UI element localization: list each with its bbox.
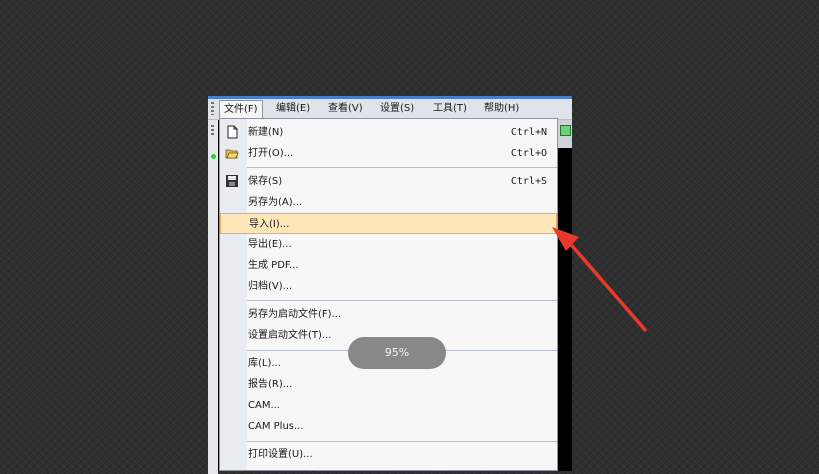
menu-item-save-as-startup[interactable]: 另存为启动文件(F)... <box>220 304 557 325</box>
menu-item-generate-pdf[interactable]: 生成 PDF... <box>220 255 557 276</box>
menu-item-label: 设置启动文件(T)... <box>248 330 332 341</box>
menu-item-report[interactable]: 报告(R)... <box>220 374 557 395</box>
menu-item-open[interactable]: 打开(O)... Ctrl+O <box>220 143 557 164</box>
status-dot-icon <box>211 154 216 159</box>
menu-separator <box>247 441 557 442</box>
menu-file[interactable]: 文件(F) <box>219 100 263 119</box>
menu-item-shortcut: Ctrl+N <box>510 127 547 138</box>
menu-item-shortcut: Ctrl+S <box>510 176 547 187</box>
tool-icon[interactable] <box>560 125 571 136</box>
menu-help[interactable]: 帮助(H) <box>480 100 523 117</box>
menu-item-export[interactable]: 导出(E)... <box>220 234 557 255</box>
toolbar-grip[interactable] <box>211 125 214 137</box>
menu-item-import[interactable]: 导入(I)... <box>220 213 557 234</box>
menu-item-label: CAM Plus... <box>248 421 304 432</box>
menu-item-label: 打开(O)... <box>248 148 294 159</box>
menu-item-label: 保存(S) <box>248 176 283 187</box>
file-menu-dropdown: 新建(N) Ctrl+N 打开(O)... Ctrl+O 保存(S) Ctrl+… <box>219 118 558 471</box>
menu-item-label: 导出(E)... <box>248 239 292 250</box>
menu-item-shortcut: Ctrl+O <box>510 148 547 159</box>
side-toolbar <box>208 120 218 474</box>
menu-edit[interactable]: 编辑(E) <box>272 100 314 117</box>
menu-item-label: 生成 PDF... <box>248 260 299 271</box>
menu-tools[interactable]: 工具(T) <box>429 100 471 117</box>
menu-item-label: 新建(N) <box>248 127 284 138</box>
menu-item-archive[interactable]: 归档(V)... <box>220 276 557 297</box>
menu-view[interactable]: 查看(V) <box>324 100 367 117</box>
menu-item-cam[interactable]: CAM... <box>220 395 557 416</box>
menu-item-label: 库(L)... <box>248 358 281 369</box>
menu-item-print-setup[interactable]: 打印设置(U)... <box>220 444 557 465</box>
menu-item-label: 另存为(A)... <box>248 197 303 208</box>
menu-item-label: CAM... <box>248 400 280 411</box>
open-folder-icon <box>225 149 239 159</box>
menubar-grip[interactable] <box>211 102 214 115</box>
menu-item-cam-plus[interactable]: CAM Plus... <box>220 416 557 437</box>
menu-item-new[interactable]: 新建(N) Ctrl+N <box>220 122 557 143</box>
menu-settings[interactable]: 设置(S) <box>376 100 418 117</box>
menu-item-save[interactable]: 保存(S) Ctrl+S <box>220 171 557 192</box>
menu-item-label: 另存为启动文件(F)... <box>248 309 342 320</box>
menu-item-save-as[interactable]: 另存为(A)... <box>220 192 557 213</box>
save-icon <box>226 175 238 187</box>
menubar: 文件(F) 编辑(E) 查看(V) 设置(S) 工具(T) 帮助(H) <box>208 99 572 120</box>
menu-item-label: 报告(R)... <box>248 379 293 390</box>
zoom-indicator: 95% <box>348 337 446 369</box>
menu-item-label: 打印设置(U)... <box>248 449 313 460</box>
menu-item-label: 导入(I)... <box>249 219 290 230</box>
new-file-icon <box>227 125 238 139</box>
menu-separator <box>247 167 557 168</box>
menu-separator <box>247 300 557 301</box>
toolbar-right <box>558 120 572 148</box>
menu-item-label: 归档(V)... <box>248 281 293 292</box>
